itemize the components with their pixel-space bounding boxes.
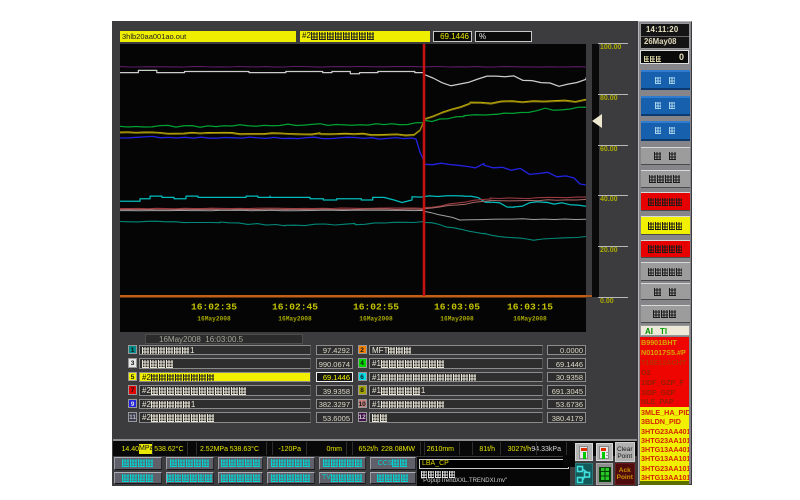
svg-text:16:03:05: 16:03:05 xyxy=(434,302,480,313)
svg-text:16May2008: 16May2008 xyxy=(197,316,231,323)
svg-text:16:02:45: 16:02:45 xyxy=(272,302,318,313)
svg-text:16:02:55: 16:02:55 xyxy=(353,302,399,313)
svg-text:16May2008: 16May2008 xyxy=(278,316,312,323)
svg-text:16May2008: 16May2008 xyxy=(440,316,474,323)
svg-text:16May2008: 16May2008 xyxy=(359,316,393,323)
svg-text:16May2008: 16May2008 xyxy=(513,316,547,323)
svg-text:16:03:15: 16:03:15 xyxy=(507,302,553,313)
svg-text:16:02:35: 16:02:35 xyxy=(191,302,237,313)
